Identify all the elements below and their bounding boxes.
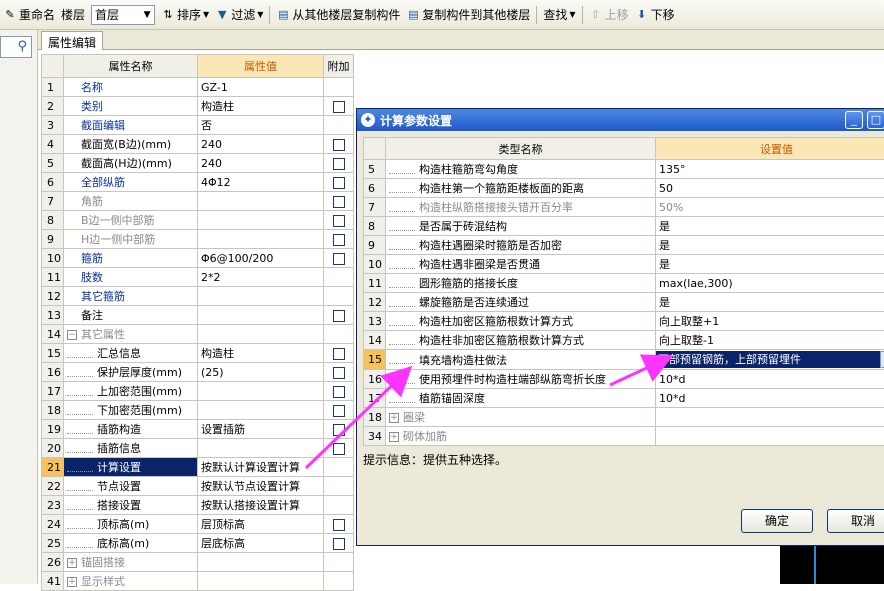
annotation-arrow — [610, 358, 668, 385]
annotation-arrow — [306, 370, 408, 468]
annotation-arrows — [0, 0, 884, 584]
